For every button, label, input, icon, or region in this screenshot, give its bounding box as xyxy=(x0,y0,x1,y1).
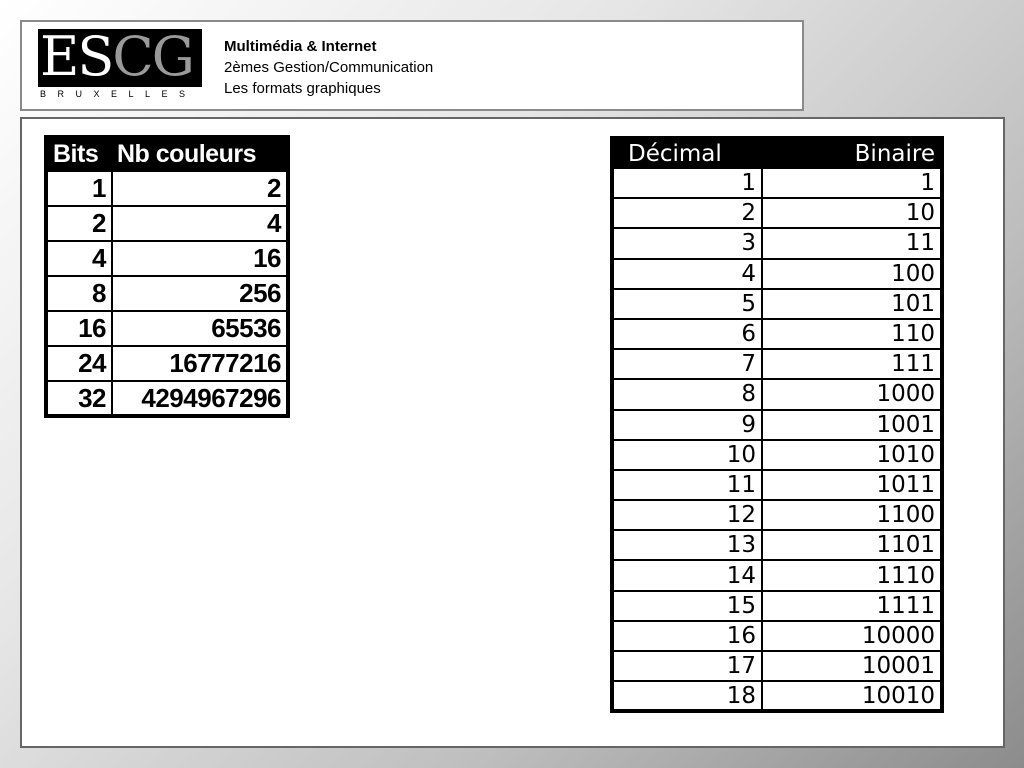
cell-decimal: 10 xyxy=(612,438,763,470)
table-row: 32 4294967296 xyxy=(46,380,288,416)
cell-binaire: 1 xyxy=(762,166,942,199)
cell-nb-couleurs: 65536 xyxy=(112,310,288,346)
column-header-nb-couleurs: Nb couleurs xyxy=(112,137,288,171)
table-row: 10 1010 xyxy=(612,438,942,470)
table-row: 11 1011 xyxy=(612,468,942,501)
cell-decimal: 2 xyxy=(612,197,763,229)
cell-decimal: 14 xyxy=(612,559,763,591)
cell-nb-couleurs: 4 xyxy=(112,205,288,241)
table-row: 17 10001 xyxy=(612,649,942,682)
cell-binaire: 100 xyxy=(762,257,942,289)
table-row: 9 1001 xyxy=(612,408,942,440)
course-group: 2èmes Gestion/Communication xyxy=(224,59,434,76)
table-row: 3 11 xyxy=(612,227,942,259)
cell-binaire: 10010 xyxy=(762,680,942,712)
decimal-binary-table: Décimal Binaire 1 1 2 10 3 11 4 100 5 101 6 110 7 111… xyxy=(610,136,944,714)
column-header-decimal: Décimal xyxy=(612,138,762,168)
cell-binaire: 1001 xyxy=(762,408,942,440)
cell-binaire: 110 xyxy=(762,317,942,350)
bits-colors-table: Bits Nb couleurs 1 2 2 4 4 16 8 256 16 65536 24 167… xyxy=(44,135,290,418)
cell-decimal: 11 xyxy=(612,468,763,501)
table-row: 8 256 xyxy=(46,275,288,311)
header-text: Multimédia & Internet 2èmes Gestion/Comm… xyxy=(224,36,784,99)
cell-decimal: 13 xyxy=(612,529,763,561)
table-row: 6 110 xyxy=(612,317,942,350)
cell-bits: 32 xyxy=(46,380,113,416)
cell-binaire: 1101 xyxy=(762,529,942,561)
cell-decimal: 9 xyxy=(612,408,763,440)
content-panel: Bits Nb couleurs 1 2 2 4 4 16 8 256 16 65536 24 167… xyxy=(20,117,1005,748)
escg-logo: ESCG BRUXELLES xyxy=(38,29,202,101)
cell-binaire: 10001 xyxy=(762,649,942,682)
cell-binaire: 101 xyxy=(762,287,942,319)
cell-bits: 24 xyxy=(46,345,113,381)
logo-letter-s: S xyxy=(77,29,114,88)
cell-binaire: 1011 xyxy=(762,468,942,501)
table-header-row: Décimal Binaire xyxy=(612,138,942,168)
cell-bits: 1 xyxy=(46,170,113,206)
cell-binaire: 1111 xyxy=(762,589,942,621)
table-row: 4 16 xyxy=(46,240,288,276)
logo-letter-g: G xyxy=(151,29,195,88)
table-row: 7 111 xyxy=(612,348,942,380)
cell-nb-couleurs: 2 xyxy=(112,170,288,206)
cell-decimal: 15 xyxy=(612,589,763,621)
cell-decimal: 5 xyxy=(612,287,763,319)
cell-decimal: 16 xyxy=(612,619,763,651)
cell-nb-couleurs: 4294967296 xyxy=(112,380,288,416)
column-header-binaire: Binaire xyxy=(762,138,942,168)
cell-decimal: 17 xyxy=(612,649,763,682)
logo-letter-c: C xyxy=(112,29,153,88)
table-row: 12 xyxy=(46,170,288,206)
cell-bits: 16 xyxy=(46,310,113,346)
cell-decimal: 3 xyxy=(612,227,763,259)
cell-decimal: 12 xyxy=(612,499,763,531)
cell-decimal: 1 xyxy=(612,166,763,199)
column-header-bits: Bits xyxy=(46,137,112,171)
table-row: 14 1110 xyxy=(612,559,942,591)
cell-nb-couleurs: 16777216 xyxy=(112,345,288,381)
table-row: 16 65536 xyxy=(46,310,288,346)
logo-letters: ESCG xyxy=(38,29,202,87)
cell-bits: 2 xyxy=(46,205,113,241)
table-row: 4 100 xyxy=(612,257,942,289)
table-row: 24 xyxy=(46,205,288,241)
cell-binaire: 1110 xyxy=(762,559,942,591)
table-header-row: Bits Nb couleurs xyxy=(46,137,288,171)
table-row: 18 10010 xyxy=(612,680,942,712)
cell-decimal: 4 xyxy=(612,257,763,289)
table-row: 5 101 xyxy=(612,287,942,319)
cell-decimal: 8 xyxy=(612,378,763,410)
logo-letter-e: E xyxy=(40,29,79,88)
cell-binaire: 11 xyxy=(762,227,942,259)
logo-subtitle: BRUXELLES xyxy=(40,89,197,99)
table-row: 15 1111 xyxy=(612,589,942,621)
table-row: 8 1000 xyxy=(612,378,942,410)
cell-decimal: 18 xyxy=(612,680,763,712)
cell-binaire: 1000 xyxy=(762,378,942,410)
cell-bits: 8 xyxy=(46,275,113,311)
course-title: Multimédia & Internet xyxy=(224,38,377,55)
cell-binaire: 111 xyxy=(762,348,942,380)
cell-binaire: 10 xyxy=(762,197,942,229)
table-row: 12 1100 xyxy=(612,499,942,531)
cell-binaire: 10000 xyxy=(762,619,942,651)
cell-binaire: 1100 xyxy=(762,499,942,531)
table-row: 11 xyxy=(612,166,942,199)
table-row: 24 16777216 xyxy=(46,345,288,381)
table-row: 13 1101 xyxy=(612,529,942,561)
cell-bits: 4 xyxy=(46,240,113,276)
table-row: 16 10000 xyxy=(612,619,942,651)
table-row: 2 10 xyxy=(612,197,942,229)
cell-nb-couleurs: 16 xyxy=(112,240,288,276)
lesson-title: Les formats graphiques xyxy=(224,80,381,97)
cell-nb-couleurs: 256 xyxy=(112,275,288,311)
cell-decimal: 7 xyxy=(612,348,763,380)
header-panel: ESCG BRUXELLES Multimédia & Internet 2èm… xyxy=(20,20,804,111)
cell-decimal: 6 xyxy=(612,317,763,350)
cell-binaire: 1010 xyxy=(762,438,942,470)
